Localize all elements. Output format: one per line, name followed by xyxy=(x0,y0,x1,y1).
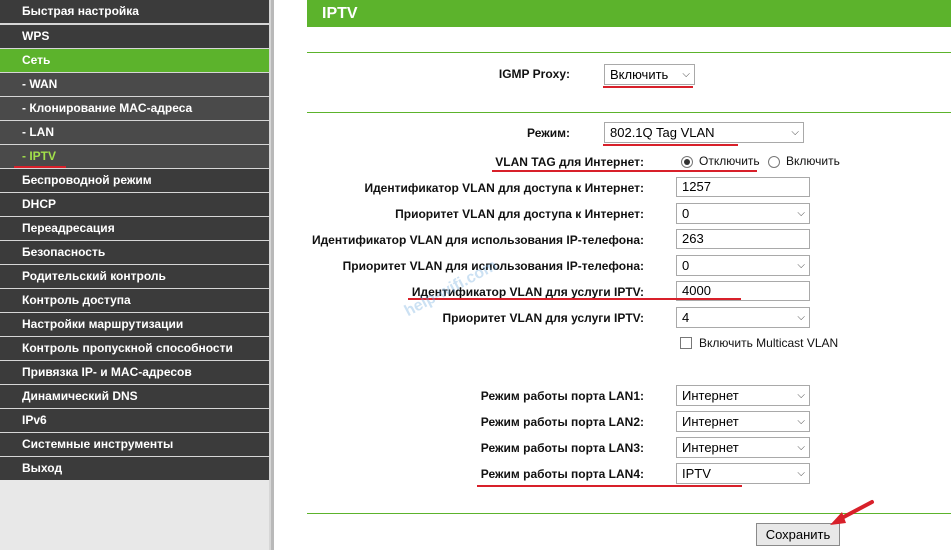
sidebar-item-security[interactable]: Безопасность xyxy=(0,241,269,264)
highlight-underline-mode xyxy=(603,144,738,146)
lan3-mode-label: Режим работы порта LAN3: xyxy=(480,441,644,455)
page-title: IPTV xyxy=(322,5,358,22)
sidebar-empty-area xyxy=(0,480,269,550)
vlan-tag-on-radio[interactable] xyxy=(768,156,780,168)
sidebar-item-lan[interactable]: - LAN xyxy=(0,121,269,144)
sidebar-item-ddns[interactable]: Динамический DNS xyxy=(0,385,269,408)
sidebar-item-routing[interactable]: Настройки маршрутизации xyxy=(0,313,269,336)
sidebar-item-bandwidth[interactable]: Контроль пропускной способности xyxy=(0,337,269,360)
section-divider xyxy=(307,52,951,53)
ipphone-vlan-priority-select[interactable]: 0 ⌵ xyxy=(676,255,810,276)
vlan-tag-label: VLAN TAG для Интернет: xyxy=(495,155,644,169)
sidebar-item-system-tools[interactable]: Системные инструменты xyxy=(0,433,269,456)
sidebar-item-network[interactable]: Сеть xyxy=(0,49,269,72)
sidebar-item-ip-mac-binding[interactable]: Привязка IP- и MAC-адресов xyxy=(0,361,269,384)
sidebar-divider xyxy=(271,0,274,550)
sidebar-item-logout[interactable]: Выход xyxy=(0,457,269,480)
lan4-mode-value: IPTV xyxy=(682,466,711,481)
highlight-underline-iptv-nav xyxy=(14,166,66,168)
chevron-down-icon: ⌵ xyxy=(797,260,805,271)
sidebar-item-quick-setup[interactable]: Быстрая настройка xyxy=(0,0,269,23)
igmp-proxy-select[interactable]: Включить ⌵ xyxy=(604,64,695,85)
chevron-down-icon: ⌵ xyxy=(797,416,805,427)
ipphone-vlan-id-input[interactable]: 263 xyxy=(676,229,810,249)
lan2-mode-value: Интернет xyxy=(682,414,739,429)
sidebar-item-wps[interactable]: WPS xyxy=(0,25,269,48)
lan4-mode-label: Режим работы порта LAN4: xyxy=(480,467,644,481)
iptv-vlan-priority-select[interactable]: 4 ⌵ xyxy=(676,307,810,328)
lan3-mode-value: Интернет xyxy=(682,440,739,455)
highlight-underline-lan4 xyxy=(477,485,742,487)
sidebar-item-wireless[interactable]: Беспроводной режим xyxy=(0,169,269,192)
igmp-proxy-value: Включить xyxy=(610,67,669,82)
inet-vlan-priority-value: 0 xyxy=(682,206,690,221)
igmp-proxy-label: IGMP Proxy: xyxy=(498,67,570,81)
multicast-vlan-checkbox[interactable] xyxy=(680,337,692,349)
lan2-mode-label: Режим работы порта LAN2: xyxy=(480,415,644,429)
ipphone-vlan-id-label: Идентификатор VLAN для использования IP-… xyxy=(311,233,644,247)
sidebar-item-access-control[interactable]: Контроль доступа xyxy=(0,289,269,312)
inet-vlan-priority-label: Приоритет VLAN для доступа к Интернет: xyxy=(395,207,644,221)
chevron-down-icon: ⌵ xyxy=(797,468,805,479)
sidebar: Быстрая настройка WPS Сеть - WAN - Клони… xyxy=(0,0,271,550)
chevron-down-icon: ⌵ xyxy=(791,127,799,138)
sidebar-item-parental-control[interactable]: Родительский контроль xyxy=(0,265,269,288)
lan1-mode-value: Интернет xyxy=(682,388,739,403)
inet-vlan-id-label: Идентификатор VLAN для доступа к Интерне… xyxy=(364,181,644,195)
red-arrow-icon xyxy=(830,500,874,525)
chevron-down-icon: ⌵ xyxy=(797,442,805,453)
lan1-mode-label: Режим работы порта LAN1: xyxy=(480,389,644,403)
mode-select[interactable]: 802.1Q Tag VLAN ⌵ xyxy=(604,122,804,143)
sidebar-item-wan[interactable]: - WAN xyxy=(0,73,269,96)
chevron-down-icon: ⌵ xyxy=(797,208,805,219)
lan4-mode-select[interactable]: IPTV ⌵ xyxy=(676,463,810,484)
chevron-down-icon: ⌵ xyxy=(797,390,805,401)
highlight-underline-vlan-tag xyxy=(492,170,757,172)
ipphone-vlan-priority-value: 0 xyxy=(682,258,690,273)
sidebar-item-ipv6[interactable]: IPv6 xyxy=(0,409,269,432)
iptv-vlan-priority-label: Приоритет VLAN для услуги IPTV: xyxy=(442,311,644,325)
lan3-mode-select[interactable]: Интернет ⌵ xyxy=(676,437,810,458)
vlan-tag-on-label: Включить xyxy=(786,154,840,168)
highlight-underline-igmp xyxy=(603,86,693,88)
vlan-tag-off-label: Отключить xyxy=(699,154,760,168)
sidebar-item-mac-clone[interactable]: - Клонирование MAC-адреса xyxy=(0,97,269,120)
vlan-tag-off-radio[interactable] xyxy=(681,156,693,168)
section-divider xyxy=(307,112,951,113)
lan1-mode-select[interactable]: Интернет ⌵ xyxy=(676,385,810,406)
chevron-down-icon: ⌵ xyxy=(797,312,805,323)
iptv-vlan-priority-value: 4 xyxy=(682,310,690,325)
mode-label: Режим: xyxy=(527,126,570,140)
multicast-vlan-label: Включить Multicast VLAN xyxy=(699,336,839,350)
page-title-bar xyxy=(307,0,951,27)
inet-vlan-priority-select[interactable]: 0 ⌵ xyxy=(676,203,810,224)
chevron-down-icon: ⌵ xyxy=(682,69,690,80)
sidebar-item-iptv[interactable]: - IPTV xyxy=(0,145,269,168)
sidebar-item-dhcp[interactable]: DHCP xyxy=(0,193,269,216)
sidebar-item-forwarding[interactable]: Переадресация xyxy=(0,217,269,240)
lan2-mode-select[interactable]: Интернет ⌵ xyxy=(676,411,810,432)
inet-vlan-id-input[interactable]: 1257 xyxy=(676,177,810,197)
highlight-underline-iptv-vlan xyxy=(408,298,741,300)
mode-value: 802.1Q Tag VLAN xyxy=(610,125,715,140)
